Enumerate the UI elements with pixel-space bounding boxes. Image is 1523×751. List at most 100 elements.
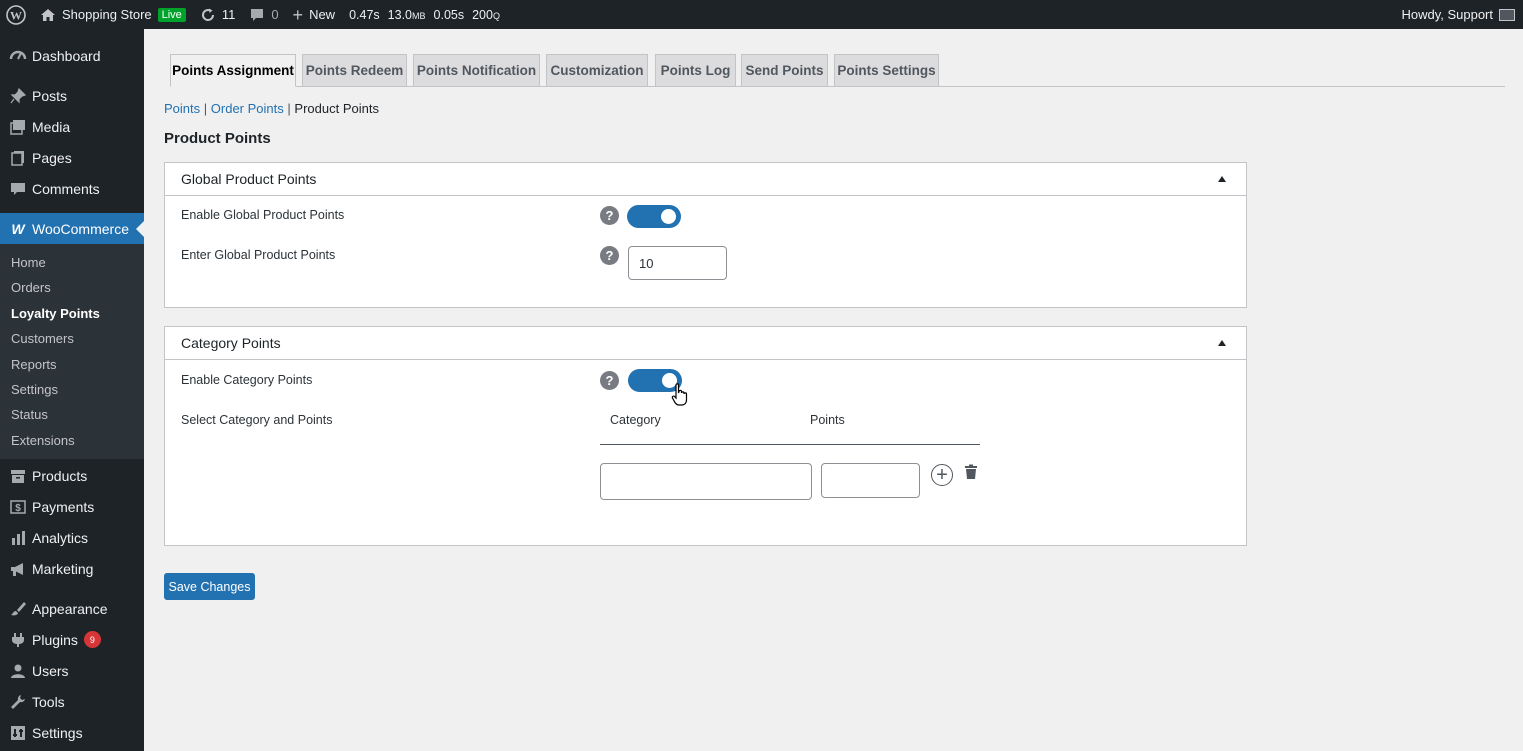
submenu-item-customers[interactable]: Customers [0,326,144,351]
sidebar-item-payments[interactable]: $ Payments [0,491,144,522]
subnav-points-link[interactable]: Points [164,101,200,116]
site-name-menu[interactable]: Shopping Store Live [33,0,193,29]
new-label: New [309,7,336,22]
sidebar-label: Pages [32,149,72,166]
sidebar-item-comments[interactable]: Comments [0,173,144,204]
submenu-item-orders[interactable]: Orders [0,275,144,300]
submenu-item-extensions[interactable]: Extensions [0,428,144,453]
help-icon[interactable]: ? [600,206,619,225]
media-icon [8,117,28,137]
comments-count: 0 [271,7,279,22]
submenu-item-home[interactable]: Home [0,250,144,275]
panel-header[interactable]: Global Product Points [165,163,1246,196]
new-content-menu[interactable]: + New [286,0,343,29]
help-icon[interactable]: ? [600,371,619,390]
subnav-order-points-link[interactable]: Order Points [211,101,284,116]
avatar [1499,8,1515,21]
global-product-points-panel: Global Product Points Enable Global Prod… [164,162,1247,308]
sidebar-item-pages[interactable]: Pages [0,142,144,173]
breadcrumb: Points | Order Points | Product Points [164,101,379,116]
sidebar-item-tools[interactable]: Tools [0,686,144,717]
points-column-header: Points [810,413,845,427]
enter-global-product-points-label: Enter Global Product Points [181,248,336,262]
category-points-panel: Category Points Enable Category Points ?… [164,326,1247,546]
sidebar-label: WooCommerce [32,220,129,237]
enable-global-product-points-label: Enable Global Product Points [181,208,345,222]
paintbrush-icon [8,599,28,619]
sidebar-label: Products [32,467,88,484]
archive-icon [8,466,28,486]
sidebar-item-products[interactable]: Products [0,460,144,491]
live-badge: Live [157,7,186,22]
qm-queries: 200Q [472,7,500,22]
my-account-menu[interactable]: Howdy, Support [1401,7,1523,22]
trash-icon[interactable] [964,464,978,480]
sidebar-item-media[interactable]: Media [0,111,144,142]
tab-points-settings[interactable]: Points Settings [834,54,939,87]
sidebar-item-woocommerce[interactable]: W WooCommerce [0,213,144,244]
collapse-arrow-icon[interactable] [1218,340,1226,346]
panel-title: Category Points [181,335,281,351]
panel-title: Global Product Points [181,171,317,187]
global-product-points-input[interactable]: 10 [628,246,727,280]
tab-points-notification[interactable]: Points Notification [413,54,540,87]
updates-menu[interactable]: 11 [193,0,243,29]
subnav-separator: | [203,101,208,116]
sidebar-label: Plugins [32,631,78,648]
wrench-icon [8,692,28,712]
site-name: Shopping Store [62,7,152,22]
tab-customization[interactable]: Customization [546,54,648,87]
woocommerce-icon: W [11,220,25,237]
category-points-input[interactable] [821,463,920,498]
sidebar-item-analytics[interactable]: Analytics [0,522,144,553]
user-icon [8,661,28,681]
category-select-input[interactable] [600,463,812,500]
sidebar-item-settings[interactable]: Settings [0,717,144,748]
svg-text:$: $ [15,503,21,514]
save-changes-button[interactable]: Save Changes [164,573,255,600]
plugins-update-badge: 9 [83,631,101,649]
page-title: Product Points [164,130,271,147]
payments-icon: $ [8,497,28,517]
sidebar-item-posts[interactable]: Posts [0,80,144,111]
query-monitor-stats[interactable]: 0.47s 13.0MB 0.05s 200Q [342,0,507,29]
collapse-arrow-icon[interactable] [1218,176,1226,182]
sidebar-item-marketing[interactable]: Marketing [0,553,144,584]
submenu-item-reports[interactable]: Reports [0,352,144,377]
comments-icon [8,179,28,199]
submenu-item-loyalty-points[interactable]: Loyalty Points [0,301,144,326]
plugin-icon [8,630,28,650]
admin-bar: W Shopping Store Live 11 0 + New 0.47s 1… [0,0,1523,29]
tab-points-log[interactable]: Points Log [655,54,736,87]
home-icon [40,7,56,23]
sidebar-item-appearance[interactable]: Appearance [0,593,144,624]
admin-sidebar: Dashboard Posts Media Pages Comments W W… [0,29,144,751]
megaphone-icon [8,559,28,579]
dashboard-icon [8,46,28,66]
sidebar-label: Marketing [32,560,94,577]
hand-cursor-icon [671,383,688,406]
tab-send-points[interactable]: Send Points [741,54,828,87]
updates-icon [200,7,216,23]
tab-points-redeem[interactable]: Points Redeem [302,54,407,87]
submenu-item-settings[interactable]: Settings [0,377,144,402]
submenu-item-status[interactable]: Status [0,402,144,427]
settings-icon [8,723,28,743]
qm-memory: 13.0MB [387,7,426,22]
sidebar-label: Comments [32,180,100,197]
wordpress-logo-icon[interactable]: W [0,0,33,29]
plus-icon: + [292,4,304,25]
woocommerce-submenu: Home Orders Loyalty Points Customers Rep… [0,244,144,460]
sidebar-item-users[interactable]: Users [0,655,144,686]
sidebar-label: Analytics [32,529,89,546]
enable-global-product-points-toggle[interactable] [627,205,681,228]
comments-menu[interactable]: 0 [242,0,285,29]
add-row-icon[interactable]: + [931,464,953,486]
sidebar-item-dashboard[interactable]: Dashboard [0,40,144,71]
qm-query-time: 0.05s [433,7,465,22]
tab-points-assignment[interactable]: Points Assignment [170,54,296,87]
sidebar-item-plugins[interactable]: Plugins 9 [0,624,144,655]
panel-header[interactable]: Category Points [165,327,1246,360]
subnav-separator: | [287,101,291,116]
help-icon[interactable]: ? [600,246,619,265]
